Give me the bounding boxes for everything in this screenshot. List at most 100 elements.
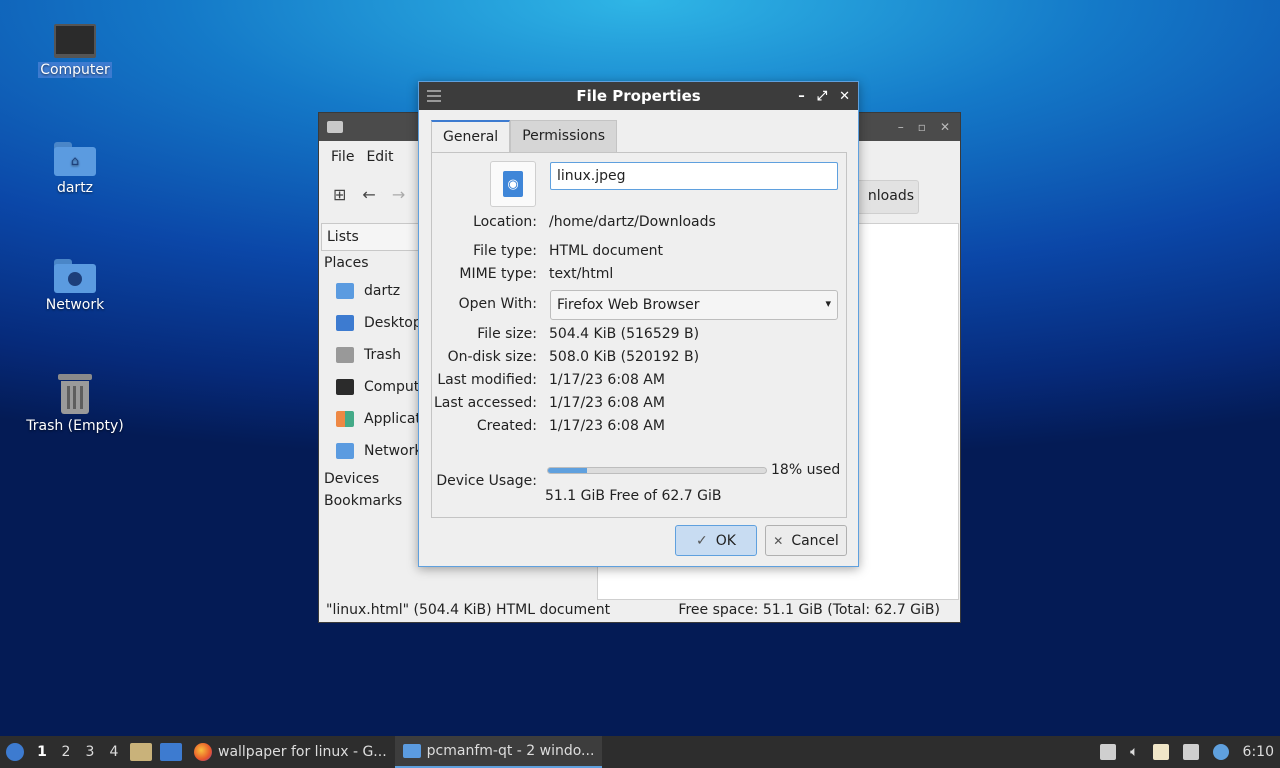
forward-arrow-icon[interactable]: → xyxy=(392,185,405,204)
tab-bar: General Permissions xyxy=(431,120,617,153)
workspace-1[interactable]: 1 xyxy=(30,744,54,760)
mime-type-label: MIME type: xyxy=(459,266,537,282)
place-item-trash[interactable]: Trash xyxy=(321,339,421,371)
lxqt-logo-icon xyxy=(6,743,24,761)
section-places[interactable]: Places xyxy=(321,251,421,275)
tab-permissions[interactable]: Permissions xyxy=(510,120,617,152)
desktop-icon-trash[interactable]: Trash (Empty) xyxy=(20,374,130,434)
device-usage-label: Device Usage: xyxy=(436,473,537,489)
status-free-space: Free space: 51.1 GiB (Total: 62.7 GiB) xyxy=(678,602,940,618)
trash-icon xyxy=(336,347,354,363)
check-icon: ✓ xyxy=(696,532,708,549)
on-disk-size-row: On-disk size: 508.0 KiB (520192 B) xyxy=(432,349,848,369)
place-item-home[interactable]: dartz xyxy=(321,275,421,307)
ok-label: OK xyxy=(715,532,736,549)
place-label: dartz xyxy=(364,283,401,299)
open-with-label: Open With: xyxy=(458,296,537,312)
last-accessed-value: 1/17/23 6:08 AM xyxy=(549,395,665,411)
mime-type-row: MIME type: text/html xyxy=(432,266,848,286)
location-row: Location: /home/dartz/Downloads xyxy=(432,214,848,234)
tab-general[interactable]: General xyxy=(431,120,511,153)
open-with-select[interactable]: Firefox Web Browser ▾ xyxy=(550,290,838,320)
ok-button[interactable]: ✓ OK xyxy=(675,525,757,556)
task-label: wallpaper for linux - G... xyxy=(218,744,387,760)
desktop-icon-computer[interactable]: Computer xyxy=(20,24,130,78)
last-modified-value: 1/17/23 6:08 AM xyxy=(549,372,665,388)
file-size-value: 504.4 KiB (516529 B) xyxy=(549,326,700,342)
file-manager-launcher-icon[interactable] xyxy=(130,743,152,761)
desktop-icon-label: Trash (Empty) xyxy=(26,418,124,434)
device-usage-bar xyxy=(547,467,767,474)
eject-icon[interactable] xyxy=(1100,744,1117,760)
workspace-3[interactable]: 3 xyxy=(78,744,102,760)
chevron-down-icon: ▾ xyxy=(825,297,831,310)
filename-input[interactable] xyxy=(550,162,838,190)
folder-icon xyxy=(327,121,343,133)
place-label: Trash xyxy=(364,347,401,363)
cancel-button[interactable]: ✕ Cancel xyxy=(765,525,847,556)
back-arrow-icon[interactable]: ← xyxy=(362,185,375,204)
maximize-icon[interactable]: ▫ xyxy=(918,120,926,134)
clock[interactable]: 6:10 xyxy=(1243,744,1274,760)
general-panel: ◉ Location: /home/dartz/Downloads File t… xyxy=(431,152,847,518)
task-pcmanfm[interactable]: pcmanfm-qt - 2 windo... xyxy=(394,736,603,768)
network-folder-icon xyxy=(54,259,96,293)
trash-icon xyxy=(58,374,92,414)
open-with-value: Firefox Web Browser xyxy=(557,297,700,313)
section-devices[interactable]: Devices xyxy=(321,467,421,491)
desktop-icon-network[interactable]: Network xyxy=(20,259,130,313)
last-accessed-row: Last accessed: 1/17/23 6:08 AM xyxy=(432,395,848,415)
notification-icon[interactable] xyxy=(1212,744,1229,760)
applications-icon xyxy=(336,411,354,427)
volume-icon[interactable]: 🔈︎ xyxy=(1130,744,1138,760)
last-accessed-label: Last accessed: xyxy=(433,395,537,411)
on-disk-size-label: On-disk size: xyxy=(447,349,537,365)
place-item-computer[interactable]: Computer xyxy=(321,371,421,403)
workspace-4[interactable]: 4 xyxy=(102,744,126,760)
status-selection: "linux.html" (504.4 KiB) HTML document xyxy=(326,602,611,618)
show-desktop-icon[interactable] xyxy=(160,743,182,761)
task-firefox[interactable]: wallpaper for linux - G... xyxy=(186,736,395,768)
folder-icon xyxy=(402,744,421,758)
place-label: Computer xyxy=(364,379,421,395)
minimize-icon[interactable]: – xyxy=(798,89,805,104)
created-value: 1/17/23 6:08 AM xyxy=(549,418,665,434)
usage-free: 51.1 GiB Free of 62.7 GiB xyxy=(545,488,722,504)
html-document-icon: ◉ xyxy=(503,171,523,197)
status-bar: "linux.html" (504.4 KiB) HTML document F… xyxy=(319,598,960,622)
last-modified-row: Last modified: 1/17/23 6:08 AM xyxy=(432,372,848,392)
start-menu-button[interactable] xyxy=(0,736,30,768)
on-disk-size-value: 508.0 KiB (520192 B) xyxy=(549,349,700,365)
place-label: Applications xyxy=(364,411,421,427)
clipboard-icon[interactable] xyxy=(1152,744,1169,760)
created-row: Created: 1/17/23 6:08 AM xyxy=(432,418,848,438)
menu-file[interactable]: File xyxy=(325,149,360,165)
place-item-network[interactable]: Network xyxy=(321,435,421,467)
section-bookmarks[interactable]: Bookmarks xyxy=(321,491,421,513)
home-folder-icon xyxy=(336,283,354,299)
place-item-desktop[interactable]: Desktop xyxy=(321,307,421,339)
dialog-titlebar[interactable]: File Properties – ⤢ ✕ xyxy=(419,82,858,110)
close-icon[interactable]: ✕ xyxy=(940,120,950,134)
close-icon[interactable]: ✕ xyxy=(839,89,850,104)
menu-edit[interactable]: Edit xyxy=(360,149,399,165)
location-label: Location: xyxy=(473,214,537,230)
desktop-icon-home[interactable]: ⌂ dartz xyxy=(20,142,130,196)
file-size-row: File size: 504.4 KiB (516529 B) xyxy=(432,326,848,346)
new-tab-icon[interactable]: ⊞ xyxy=(333,185,346,204)
maximize-icon[interactable]: ⤢ xyxy=(817,89,827,104)
mime-type-value: text/html xyxy=(549,266,614,282)
file-icon-button[interactable]: ◉ xyxy=(490,161,536,207)
usage-percent: 18% used xyxy=(771,462,841,478)
side-pane-mode-select[interactable]: Lists xyxy=(321,223,421,251)
network-icon[interactable] xyxy=(1182,744,1199,760)
place-item-applications[interactable]: Applications xyxy=(321,403,421,435)
file-type-value: HTML document xyxy=(549,243,664,259)
desktop-icon-label: dartz xyxy=(56,180,94,196)
workspace-2[interactable]: 2 xyxy=(54,744,78,760)
minimize-icon[interactable]: – xyxy=(898,120,904,134)
desktop-icon-label: Network xyxy=(45,297,105,313)
desktop-icon xyxy=(336,315,354,331)
side-pane: Lists Places dartz Desktop Trash Compute… xyxy=(321,223,421,598)
system-tray: 🔈︎ 6:10 xyxy=(1100,744,1280,760)
